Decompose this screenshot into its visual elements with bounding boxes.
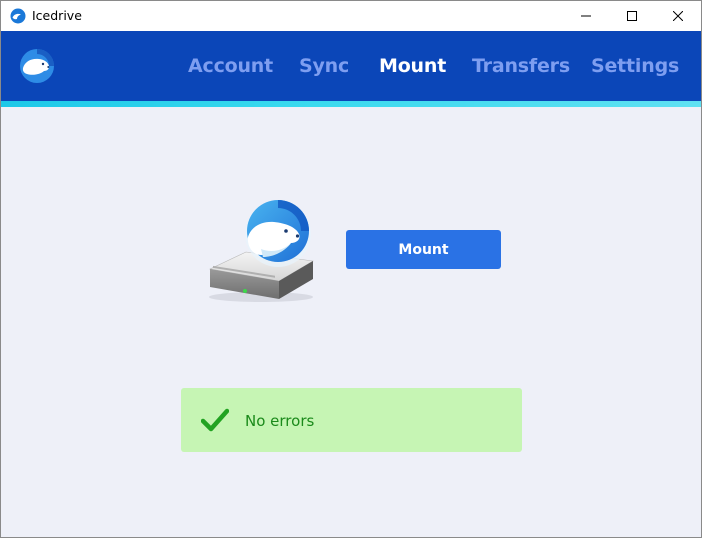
icedrive-app-icon: [10, 8, 26, 24]
header-nav-bar: Account Sync Mount Transfers Settings: [1, 31, 701, 101]
close-button[interactable]: [655, 1, 701, 31]
mount-button[interactable]: Mount: [346, 230, 501, 269]
maximize-button[interactable]: [609, 1, 655, 31]
maximize-icon: [627, 11, 637, 21]
tab-account[interactable]: Account: [188, 55, 273, 77]
mounted-drive-icon: [209, 200, 314, 302]
tab-transfers[interactable]: Transfers: [472, 55, 570, 77]
icedrive-bear-logo-icon: [20, 49, 54, 83]
tab-settings[interactable]: Settings: [591, 55, 679, 77]
title-bar[interactable]: Icedrive: [1, 1, 701, 31]
status-message-box: No errors: [181, 388, 522, 452]
tab-mount[interactable]: Mount: [379, 55, 446, 77]
app-window: Icedrive Account Sync Mount Transfers Se…: [0, 0, 702, 538]
status-text: No errors: [245, 412, 315, 430]
header-accent-stripe: [1, 101, 701, 107]
minimize-icon: [581, 15, 591, 17]
window-title: Icedrive: [32, 8, 82, 23]
tab-sync[interactable]: Sync: [299, 55, 349, 77]
minimize-button[interactable]: [563, 1, 609, 31]
check-icon: [201, 408, 229, 432]
close-icon: [673, 11, 683, 21]
